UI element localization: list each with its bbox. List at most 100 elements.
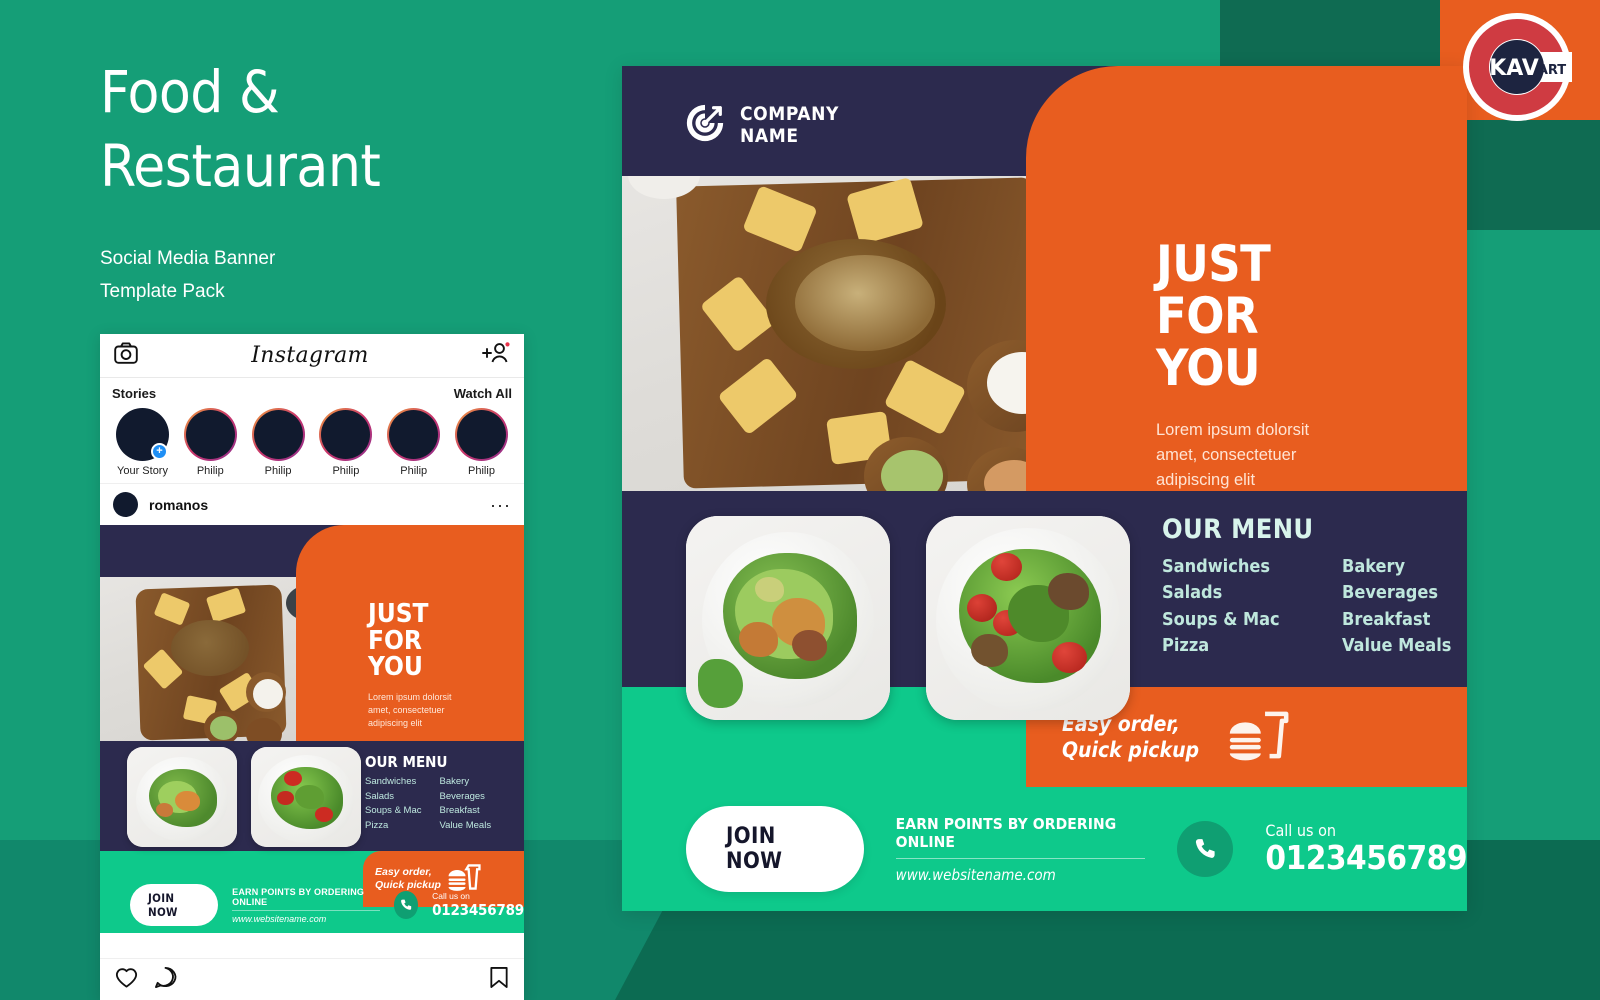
- post-menu-item[interactable]: Breakfast: [440, 804, 492, 819]
- post-footer: JOIN NOW EARN POINTS BY ORDERING ONLINE …: [100, 877, 524, 933]
- post-hero-body-3: adipiscing elit: [368, 717, 423, 728]
- dish-card: [251, 747, 361, 847]
- camera-icon[interactable]: [114, 342, 138, 369]
- phone-icon[interactable]: [393, 891, 419, 919]
- kavart-watermark-logo: KAV ART: [1462, 12, 1574, 122]
- join-now-button[interactable]: JOIN NOW: [130, 884, 219, 926]
- stories-label: Stories: [112, 386, 157, 401]
- brand-lockup: COMPANY NAME: [684, 102, 839, 149]
- instagram-mockup: Instagram Stories Watch All + Your Story: [100, 334, 524, 1000]
- post-hero-line-2: FOR: [368, 625, 422, 656]
- comment-icon[interactable]: [153, 966, 178, 994]
- add-person-icon[interactable]: [482, 342, 510, 369]
- menu-heading: OUR MENU: [1162, 514, 1314, 545]
- page-subtitle-line-2: Template Pack: [100, 280, 225, 302]
- banner-hero-body-1: Lorem ipsum dolorsit: [1156, 421, 1310, 439]
- page-title: Food & Restaurant: [100, 55, 540, 203]
- post-menu-heading: OUR MENU: [365, 753, 448, 771]
- avatar[interactable]: [113, 492, 138, 517]
- menu-column-2: Bakery Beverages Breakfast Value Meals: [1342, 554, 1451, 659]
- post-menu-item[interactable]: Soups & Mac: [365, 804, 422, 819]
- post-call-label: Call us on: [432, 891, 470, 901]
- phone-number: 0123456789: [1265, 838, 1467, 878]
- story-avatar: [252, 408, 305, 461]
- story-avatar: [387, 408, 440, 461]
- post-menu-column-1: Sandwiches Salads Soups & Mac Pizza: [365, 775, 422, 834]
- bookmark-icon[interactable]: [488, 966, 510, 994]
- art-text: ART: [1538, 63, 1566, 78]
- post-menu-item[interactable]: Value Meals: [440, 819, 492, 834]
- menu-item[interactable]: Pizza: [1162, 633, 1312, 659]
- post-menu-item[interactable]: Salads: [365, 790, 422, 805]
- post-earn-block: EARN POINTS BY ORDERING ONLINE www.websi…: [232, 887, 380, 924]
- story-label: Philip: [468, 465, 495, 477]
- menu-item[interactable]: Breakfast: [1342, 607, 1451, 633]
- banner-hero-copy: JUST FOR YOU Lorem ipsum dolorsit amet, …: [1156, 238, 1456, 493]
- post-hero-copy: JUST FOR YOU Lorem ipsum dolorsit amet, …: [368, 601, 452, 730]
- menu-item[interactable]: Bakery: [1342, 554, 1451, 580]
- post-menu-item[interactable]: Pizza: [365, 819, 422, 834]
- post-menu-column-2: Bakery Beverages Breakfast Value Meals: [440, 775, 492, 834]
- post-hero-body-2: amet, consectetuer: [368, 704, 445, 715]
- page-subtitle: Social Media Banner Template Pack: [100, 243, 540, 308]
- story-avatar: [319, 408, 372, 461]
- post-website-link[interactable]: www.websitename.com: [232, 914, 380, 924]
- story-item[interactable]: Philip: [180, 408, 241, 477]
- page-title-line-2: Restaurant: [100, 132, 381, 201]
- story-avatar: [455, 408, 508, 461]
- story-item[interactable]: Philip: [315, 408, 376, 477]
- banner-hero-title: JUST FOR YOU: [1156, 238, 1456, 394]
- menu-item[interactable]: Beverages: [1342, 580, 1451, 606]
- main-banner: COMPANY NAME JUST FOR YOU Lorem ipsum do…: [622, 66, 1467, 911]
- easy-order-line-2: Quick pickup: [1062, 738, 1200, 762]
- story-label: Philip: [332, 465, 360, 477]
- watch-all-link[interactable]: Watch All: [454, 386, 512, 401]
- brand-name-line-2: NAME: [740, 124, 799, 147]
- post-username[interactable]: romanos: [149, 497, 479, 513]
- banner-hero-line-2: FOR: [1156, 287, 1259, 345]
- story-item[interactable]: Philip: [451, 408, 512, 477]
- join-now-button[interactable]: JOIN NOW: [686, 806, 864, 892]
- menu-item[interactable]: Sandwiches: [1162, 554, 1312, 580]
- menu-item[interactable]: Soups & Mac: [1162, 607, 1312, 633]
- post-phone-number: 0123456789: [432, 901, 524, 919]
- target-arrow-icon: [684, 102, 726, 149]
- story-avatar: [184, 408, 237, 461]
- page-title-line-1: Food &: [100, 58, 280, 126]
- story-label: Philip: [400, 465, 428, 477]
- post-menu: OUR MENU Sandwiches Salads Soups & Mac P…: [365, 753, 491, 834]
- post-author-row: romanos ···: [100, 483, 524, 525]
- dish-card: [127, 747, 237, 847]
- intro-panel: Food & Restaurant Social Media Banner Te…: [100, 55, 540, 308]
- post-hero-line-3: YOU: [368, 652, 423, 683]
- post-options-icon[interactable]: ···: [490, 496, 511, 514]
- dish-card: [926, 516, 1130, 720]
- kav-text: KAV: [1489, 56, 1539, 81]
- post-artwork: JUST FOR YOU Lorem ipsum dolorsit amet, …: [100, 525, 524, 933]
- post-menu-item[interactable]: Sandwiches: [365, 775, 422, 790]
- post-menu-item[interactable]: Bakery: [440, 775, 492, 790]
- phone-icon[interactable]: [1177, 821, 1234, 877]
- post-menu-item[interactable]: Beverages: [440, 790, 492, 805]
- story-avatar: +: [116, 408, 169, 461]
- instagram-top-bar: Instagram: [100, 334, 524, 378]
- banner-menu: OUR MENU Sandwiches Salads Soups & Mac P…: [1162, 514, 1451, 659]
- website-link[interactable]: www.websitename.com: [896, 866, 1146, 884]
- brand-name: COMPANY NAME: [740, 104, 839, 147]
- divider: [895, 857, 1146, 859]
- story-item[interactable]: Philip: [383, 408, 444, 477]
- earn-points-text: EARN POINTS BY ORDERING ONLINE: [895, 814, 1117, 851]
- heart-icon[interactable]: [114, 966, 139, 994]
- instagram-action-bar: [100, 958, 524, 1000]
- divider: [232, 909, 380, 911]
- page-subtitle-line-1: Social Media Banner: [100, 248, 276, 270]
- add-story-icon[interactable]: +: [151, 443, 168, 460]
- burger-drink-icon: [1227, 708, 1289, 767]
- earn-points-block: EARN POINTS BY ORDERING ONLINE www.websi…: [895, 814, 1146, 884]
- call-block: Call us on 0123456789: [1265, 821, 1467, 876]
- menu-item[interactable]: Salads: [1162, 580, 1312, 606]
- story-item-your-story[interactable]: + Your Story: [112, 408, 173, 477]
- menu-item[interactable]: Value Meals: [1342, 633, 1451, 659]
- story-item[interactable]: Philip: [248, 408, 309, 477]
- stories-list: + Your Story Philip Philip Philip Philip: [112, 408, 512, 477]
